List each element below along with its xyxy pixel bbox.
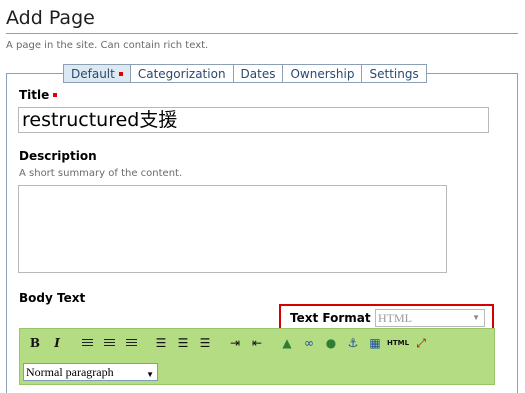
tab-categorization[interactable]: Categorization <box>130 64 234 83</box>
tab-bar: Default Categorization Dates Ownership S… <box>63 64 427 83</box>
anchor-icon[interactable]: ⚓ <box>344 335 362 351</box>
outdent-icon[interactable]: ⇤ <box>248 335 266 351</box>
tab-default[interactable]: Default <box>63 64 131 83</box>
align-center-icon[interactable] <box>100 335 118 351</box>
fullscreen-icon[interactable]: ⤢ <box>412 335 430 351</box>
image-icon[interactable]: ▲ <box>278 335 296 351</box>
bold-icon[interactable]: B <box>26 335 44 351</box>
dropdown-arrow-icon: ▼ <box>472 313 480 322</box>
indent-icon[interactable]: ⇥ <box>226 335 244 351</box>
bullet-list-icon[interactable]: ☰ <box>174 335 192 351</box>
tab-dates[interactable]: Dates <box>233 64 284 83</box>
required-marker <box>118 71 123 76</box>
align-right-icon[interactable] <box>122 335 140 351</box>
description-textarea[interactable] <box>18 185 447 273</box>
page-description: A page in the site. Can contain rich tex… <box>6 40 209 51</box>
required-marker <box>53 92 58 97</box>
link-icon[interactable]: ∞ <box>300 335 318 351</box>
anchor-link-icon[interactable]: ● <box>322 335 340 351</box>
body-text-label: Body Text <box>19 291 86 305</box>
description-label: Description <box>19 149 97 163</box>
align-left-icon[interactable] <box>78 335 96 351</box>
description-help: A short summary of the content. <box>19 168 183 179</box>
text-format-select[interactable]: HTML ▼ <box>375 309 485 327</box>
rich-text-editor: B I ☰ ☰ ☰ ⇥ ⇤ ▲ ∞ ● ⚓ ▦ HTML ⤢ Normal pa… <box>19 328 495 385</box>
tab-settings[interactable]: Settings <box>362 64 427 83</box>
tab-ownership[interactable]: Ownership <box>283 64 363 83</box>
page-title: Add Page <box>6 7 95 29</box>
definition-list-icon[interactable]: ☰ <box>196 335 214 351</box>
paragraph-style-value: Normal paragraph <box>26 365 114 379</box>
title-divider <box>6 33 518 34</box>
numbered-list-icon[interactable]: ☰ <box>152 335 170 351</box>
table-icon[interactable]: ▦ <box>366 335 384 351</box>
dropdown-arrow-icon: ▼ <box>146 370 154 379</box>
editor-toolbar: B I ☰ ☰ ☰ ⇥ ⇤ ▲ ∞ ● ⚓ ▦ HTML ⤢ <box>26 335 434 351</box>
paragraph-style-select[interactable]: Normal paragraph ▼ <box>23 363 158 381</box>
title-input[interactable]: restructured支援 <box>18 107 489 133</box>
text-format-value: HTML <box>378 311 412 325</box>
title-label-text: Title <box>19 88 50 102</box>
text-format-highlight: Text Format HTML ▼ <box>279 304 494 331</box>
text-format-label: Text Format <box>290 311 371 325</box>
tab-label: Default <box>71 67 115 81</box>
title-label: Title <box>19 88 58 102</box>
html-source-icon[interactable]: HTML <box>387 335 409 351</box>
italic-icon[interactable]: I <box>48 335 66 351</box>
